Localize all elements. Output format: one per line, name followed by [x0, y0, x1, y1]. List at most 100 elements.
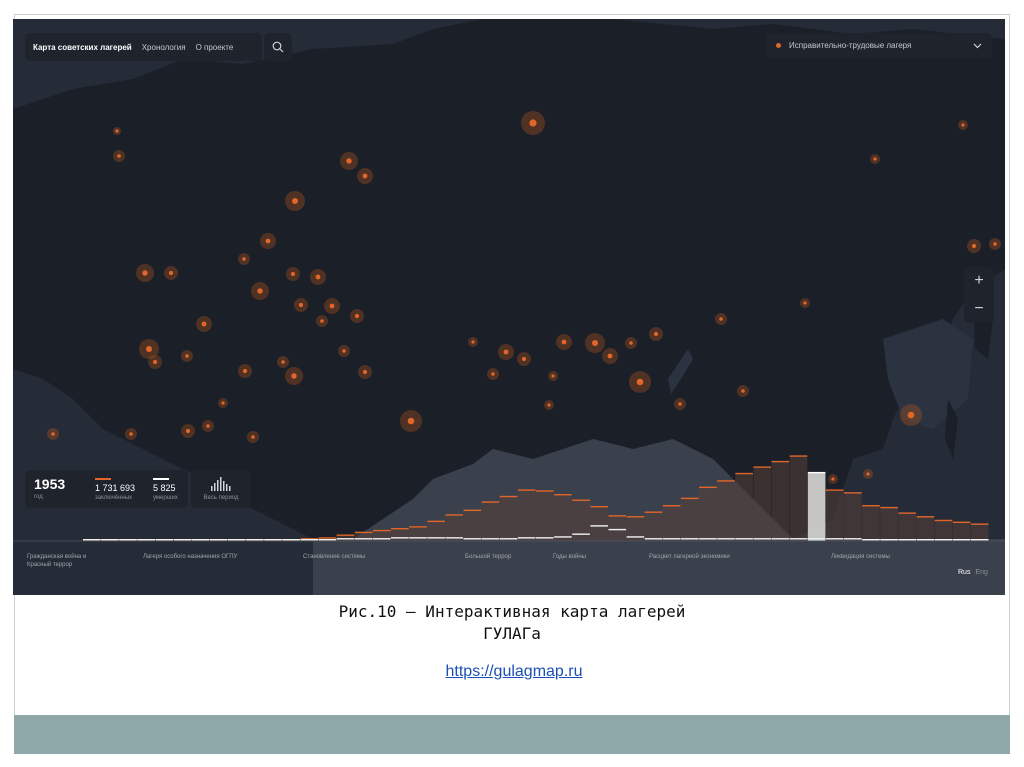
histogram-bar[interactable] — [372, 530, 391, 541]
camp-marker[interactable] — [866, 472, 870, 476]
histogram-bar[interactable] — [934, 520, 953, 541]
histogram-bar[interactable] — [789, 456, 808, 541]
camp-marker[interactable] — [206, 424, 210, 428]
camp-marker[interactable] — [320, 319, 324, 323]
camp-marker[interactable] — [142, 270, 148, 276]
camp-marker[interactable] — [362, 173, 368, 179]
histogram-bar[interactable] — [644, 512, 663, 541]
camp-marker[interactable] — [592, 340, 598, 346]
camp-marker[interactable] — [636, 378, 644, 386]
histogram-bar[interactable] — [536, 491, 554, 541]
histogram-bar[interactable] — [844, 493, 862, 541]
nav-about[interactable]: О проекте — [196, 43, 234, 52]
histogram-bar[interactable] — [463, 510, 482, 541]
histogram-bar-selected[interactable] — [807, 472, 826, 541]
search-button[interactable] — [264, 33, 292, 61]
period-civil-war[interactable]: Гражданская война и Красный террор — [27, 553, 107, 569]
camp-marker[interactable] — [741, 389, 745, 393]
histogram-bar[interactable] — [554, 495, 572, 541]
camp-marker[interactable] — [201, 321, 207, 327]
histogram-bar[interactable] — [717, 481, 735, 541]
histogram-bar[interactable] — [916, 517, 935, 541]
histogram-bar[interactable] — [590, 506, 608, 541]
histogram-bar[interactable] — [499, 496, 518, 541]
camp-marker[interactable] — [907, 411, 915, 419]
histogram-bar[interactable] — [735, 473, 753, 541]
camp-marker[interactable] — [873, 157, 877, 161]
camp-marker[interactable] — [491, 372, 495, 376]
histogram-bar[interactable] — [753, 467, 772, 541]
camp-marker[interactable] — [362, 369, 368, 375]
histogram-bar[interactable] — [445, 515, 464, 541]
all-period-button[interactable]: Весь период — [191, 470, 251, 508]
camp-marker[interactable] — [129, 432, 133, 436]
camp-marker[interactable] — [961, 123, 965, 127]
camp-marker[interactable] — [292, 198, 298, 204]
camp-marker[interactable] — [407, 417, 415, 425]
period-great-terror[interactable]: Большой террор — [465, 553, 535, 561]
camp-marker[interactable] — [257, 288, 263, 294]
period-formation[interactable]: Становление системы — [303, 553, 393, 561]
camp-marker[interactable] — [51, 432, 55, 436]
zoom-out-icon[interactable]: − — [964, 295, 994, 323]
camp-marker[interactable] — [719, 317, 723, 321]
camp-marker[interactable] — [117, 154, 121, 158]
histogram-bar[interactable] — [699, 487, 717, 541]
camp-marker[interactable] — [115, 129, 119, 133]
camp-marker[interactable] — [298, 302, 304, 308]
camp-marker[interactable] — [561, 339, 567, 345]
period-war-years[interactable]: Годы войны — [553, 553, 613, 561]
source-link[interactable]: https://gulagmap.ru — [380, 663, 648, 681]
camp-marker[interactable] — [168, 270, 174, 276]
histogram-bar[interactable] — [391, 529, 409, 541]
camp-marker[interactable] — [503, 349, 509, 355]
camp-marker[interactable] — [629, 341, 633, 345]
histogram-bar[interactable] — [862, 506, 880, 541]
camp-marker[interactable] — [653, 331, 659, 337]
nav-camp-map[interactable]: Карта советских лагерей — [33, 43, 132, 52]
histogram-bar[interactable] — [970, 524, 989, 541]
camp-marker[interactable] — [971, 243, 977, 249]
camp-marker[interactable] — [529, 119, 537, 127]
zoom-in-icon[interactable]: + — [964, 267, 994, 295]
histogram-bar[interactable] — [409, 527, 427, 541]
period-camp-economy[interactable]: Расцвет лагерной экономики — [649, 553, 769, 561]
camp-marker[interactable] — [185, 354, 189, 358]
histogram-bar[interactable] — [517, 490, 536, 541]
camp-marker[interactable] — [831, 477, 835, 481]
histogram-bar[interactable] — [608, 516, 627, 541]
camp-marker[interactable] — [185, 428, 191, 434]
camp-marker[interactable] — [803, 301, 807, 305]
camp-marker[interactable] — [547, 403, 551, 407]
nav-chronology[interactable]: Хронология — [142, 43, 186, 52]
histogram-bar[interactable] — [680, 498, 699, 541]
camp-marker[interactable] — [521, 356, 527, 362]
camp-marker[interactable] — [265, 238, 271, 244]
camp-marker[interactable] — [678, 402, 682, 406]
histogram-bar[interactable] — [771, 461, 790, 541]
camp-marker[interactable] — [329, 303, 335, 309]
camp-marker[interactable] — [152, 359, 158, 365]
camp-marker[interactable] — [146, 346, 152, 352]
histogram-bar[interactable] — [952, 522, 971, 541]
camp-marker[interactable] — [242, 368, 248, 374]
camp-marker[interactable] — [281, 360, 285, 364]
histogram-bar[interactable] — [354, 532, 373, 541]
camp-marker[interactable] — [993, 242, 997, 246]
camp-marker[interactable] — [315, 274, 321, 280]
histogram-bar[interactable] — [662, 506, 681, 541]
camp-marker[interactable] — [221, 401, 225, 405]
camp-marker[interactable] — [242, 257, 246, 261]
histogram-bar[interactable] — [572, 500, 590, 541]
histogram-bar[interactable] — [898, 513, 917, 541]
camp-type-dropdown[interactable]: Исправительно-трудовые лагеря — [766, 33, 992, 58]
camp-marker[interactable] — [551, 374, 555, 378]
lang-eng[interactable]: Eng — [975, 569, 987, 576]
histogram-bar[interactable] — [880, 507, 898, 541]
camp-marker[interactable] — [291, 373, 297, 379]
camp-marker[interactable] — [342, 349, 346, 353]
camp-marker[interactable] — [251, 435, 255, 439]
camp-marker[interactable] — [471, 340, 475, 344]
histogram-bar[interactable] — [481, 502, 500, 541]
camp-marker[interactable] — [290, 271, 296, 277]
